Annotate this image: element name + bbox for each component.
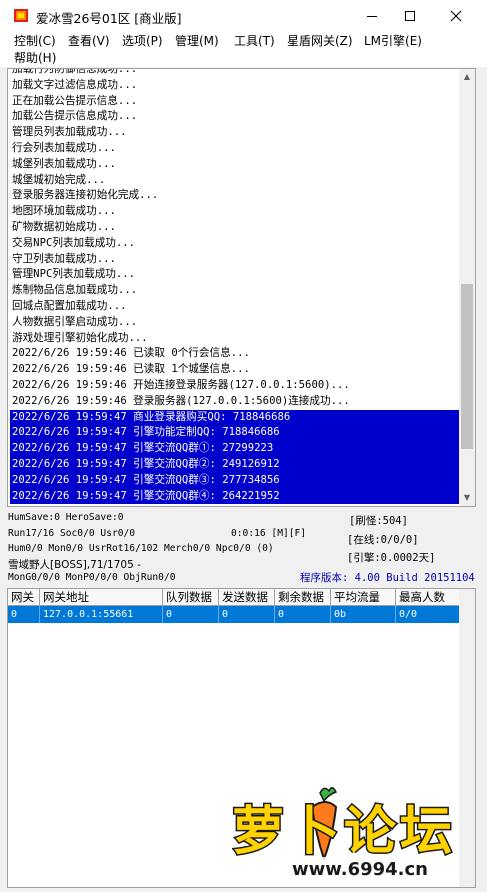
- log-line: 管理员列表加载成功...: [12, 126, 127, 139]
- log-line: 城堡城初始完成...: [12, 173, 106, 186]
- refresh-monster-count: [刷怪:504]: [349, 515, 408, 527]
- cell-gateway: 0: [8, 606, 40, 623]
- log-line: 矿物数据初始成功...: [12, 220, 116, 233]
- table-row[interactable]: 0 127.0.0.1:55661 0 0 0 0b 0/0: [8, 606, 460, 623]
- title-bar[interactable]: 爱冰雪26号01区 [商业版]: [0, 0, 487, 31]
- log-line: 2022/6/26 19:59:47 引擎交流QQ群②: 249126912: [10, 456, 460, 473]
- log-line: 2022/6/26 19:59:47 引擎交流QQ群①: 27299223: [10, 441, 460, 457]
- log-line: 2022/6/26 19:59:46 已读取 0个行会信息...: [12, 347, 250, 360]
- log-line: 2022/6/26 19:59:47 商业登录器购买QQ: 718846686: [10, 409, 460, 426]
- scroll-down-icon[interactable]: ▼: [459, 490, 475, 506]
- close-button[interactable]: [433, 0, 479, 31]
- col-header-average-traffic[interactable]: 平均流量: [331, 589, 396, 606]
- menu-help[interactable]: 帮助(H): [14, 50, 56, 67]
- log-lines: 加载行为防御信息成功... 加载文字过滤信息成功... 正在加载公告提示信息... 加…: [10, 68, 460, 505]
- menu-bar: 控制(C) 查看(V) 选项(P) 管理(M) 工具(T) 星盾网关(Z) LM…: [0, 31, 487, 67]
- maximize-button[interactable]: [387, 0, 433, 31]
- maximize-icon: [405, 10, 415, 21]
- log-line: 2022/6/26 19:59:47 引擎交流QQ群③: 277734856: [10, 472, 460, 489]
- log-line: 2022/6/26 19:59:46 登录服务器(127.0.0.1:5600)…: [12, 394, 350, 407]
- watermark-logo-text: 萝卜论坛: [232, 802, 456, 862]
- log-scroll-thumb[interactable]: [461, 284, 473, 449]
- menu-manage[interactable]: 管理(M): [175, 33, 219, 50]
- col-header-queue-data[interactable]: 队列数据: [163, 589, 219, 606]
- cell-remaining-data: 0: [275, 606, 331, 623]
- cell-max-players: 0/0: [396, 606, 460, 623]
- log-line: 2022/6/26 19:59:47 引擎功能定制QQ: 718846686: [10, 425, 460, 442]
- col-header-max-players[interactable]: 最高人数: [396, 589, 460, 606]
- watermark-logo: 萝卜论坛 www.6994.cn: [232, 787, 456, 880]
- cell-average-traffic: 0b: [331, 606, 396, 623]
- log-line: 2022/6/26 19:59:47 引擎交流QQ群④: 264221952: [10, 488, 460, 505]
- cell-sent-data: 0: [219, 606, 275, 623]
- app-icon: [14, 9, 28, 22]
- cell-gateway-address: 127.0.0.1:55661: [40, 606, 163, 623]
- online-count: [在线:0/0/0]: [347, 534, 419, 546]
- log-line: 加载公告提示信息成功...: [12, 110, 138, 123]
- cell-queue-data: 0: [163, 606, 219, 623]
- close-icon: [450, 10, 462, 21]
- log-line: 加载文字过滤信息成功...: [12, 78, 138, 91]
- menu-lm-engine[interactable]: LM引擎(E): [364, 33, 422, 50]
- log-line: 人物数据引擎启动成功...: [12, 315, 138, 328]
- log-line: 登录服务器连接初始化完成...: [12, 189, 159, 202]
- program-version: 程序版本: 4.00 Build 20151104: [300, 572, 475, 584]
- server-window: 爱冰雪26号01区 [商业版] 控制(C) 查看(V) 选项(P) 管理(M) …: [0, 0, 487, 892]
- window-title: 爱冰雪26号01区 [商业版]: [36, 11, 182, 26]
- log-line: 守卫列表加载成功...: [12, 252, 116, 265]
- status-boss: 雪域野人[BOSS],71/1705 -: [8, 559, 141, 571]
- log-line: 2022/6/26 19:59:46 已读取 1个城堡信息...: [12, 363, 250, 376]
- menu-view[interactable]: 查看(V): [68, 33, 110, 50]
- status-monsters: MonG0/0/0 MonP0/0/0 ObjRun0/0: [8, 572, 176, 583]
- log-line: 管理NPC列表加载成功...: [12, 268, 136, 281]
- log-line: 游戏处理引擎初始化成功...: [12, 331, 148, 344]
- log-panel[interactable]: 加载行为防御信息成功... 加载文字过滤信息成功... 正在加载公告提示信息... 加…: [7, 68, 476, 507]
- col-header-gateway[interactable]: 网关: [8, 589, 40, 606]
- log-line: 回城点配置加载成功...: [12, 299, 127, 312]
- menu-tools[interactable]: 工具(T): [234, 33, 275, 50]
- minimize-icon: [367, 15, 377, 17]
- status-counters: Hum0/0 Mon0/0 UsrRot16/102 Merch0/0 Npc0…: [8, 543, 274, 554]
- log-line: 炼制物品信息加载成功...: [12, 284, 138, 297]
- log-line: 2022/6/26 19:59:46 开始连接登录服务器(127.0.0.1:5…: [12, 378, 350, 391]
- col-header-sent-data[interactable]: 发送数据: [219, 589, 275, 606]
- status-time: 0:0:16 [M][F]: [231, 528, 307, 539]
- col-header-remaining-data[interactable]: 剩余数据: [275, 589, 331, 606]
- status-save: HumSave:0 HeroSave:0: [8, 512, 124, 523]
- status-run: Run17/16 Soc0/0 Usr0/0: [8, 528, 136, 539]
- menu-control[interactable]: 控制(C): [14, 33, 56, 50]
- log-line: 加载行为防御信息成功...: [12, 68, 138, 75]
- log-line: 正在加载公告提示信息...: [12, 94, 138, 107]
- col-header-gateway-address[interactable]: 网关地址: [40, 589, 163, 606]
- log-line: 地图环境加载成功...: [12, 205, 116, 218]
- watermark-url: www.6994.cn: [292, 859, 428, 880]
- log-line: 行会列表加载成功...: [12, 141, 116, 154]
- menu-star-shield-gateway[interactable]: 星盾网关(Z): [287, 33, 353, 50]
- engine-uptime: [引擎:0.0002天]: [347, 552, 436, 564]
- scroll-up-icon[interactable]: ▲: [459, 69, 475, 85]
- log-line: 交易NPC列表加载成功...: [12, 236, 136, 249]
- log-scrollbar[interactable]: ▲ ▼: [459, 69, 475, 506]
- log-line: 城堡列表加载成功...: [12, 157, 116, 170]
- menu-options[interactable]: 选项(P): [122, 33, 163, 50]
